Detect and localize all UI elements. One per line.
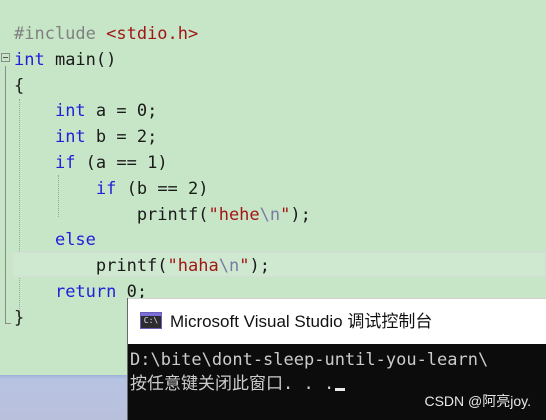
- text-cursor: [335, 388, 346, 391]
- code-token: printf(: [14, 256, 168, 277]
- editor-gutter: [0, 0, 12, 375]
- preprocessor-token: #include: [14, 24, 107, 44]
- console-app-icon: C:\: [140, 312, 162, 329]
- escape-token: \n: [218, 256, 240, 277]
- string-token: ": [280, 204, 291, 225]
- code-token: a = 0;: [85, 101, 158, 122]
- code-token: {: [14, 75, 25, 96]
- code-line[interactable]: }: [14, 305, 24, 331]
- console-titlebar[interactable]: C:\ Microsoft Visual Studio 调试控制台: [128, 298, 546, 344]
- keyword-token: int: [14, 49, 45, 70]
- keyword-token: int: [54, 127, 86, 148]
- code-line[interactable]: int a = 0;: [14, 98, 157, 124]
- code-line[interactable]: else: [14, 227, 96, 253]
- keyword-token: return: [54, 282, 117, 302]
- code-line[interactable]: printf("haha\n");: [14, 253, 270, 279]
- fold-region-end: [5, 323, 11, 324]
- keyword-token: int: [54, 101, 86, 122]
- code-line[interactable]: {: [14, 73, 24, 99]
- code-line[interactable]: if (a == 1): [14, 150, 168, 176]
- escape-token: \n: [259, 204, 281, 225]
- keyword-token: if: [95, 178, 117, 199]
- fold-collapse-icon[interactable]: [1, 53, 10, 62]
- fold-region-line: [5, 66, 6, 324]
- code-line[interactable]: int main(): [14, 47, 116, 73]
- debug-console-window[interactable]: C:\ Microsoft Visual Studio 调试控制台 D:\bit…: [127, 298, 546, 420]
- code-line[interactable]: #include <stdio.h>: [14, 21, 198, 47]
- console-prompt-line: 按任意键关闭此窗口. . .: [130, 372, 346, 396]
- console-title: Microsoft Visual Studio 调试控制台: [170, 312, 433, 331]
- code-token: b = 2;: [85, 127, 158, 148]
- console-prompt-text: 按任意键关闭此窗口. . .: [130, 374, 335, 394]
- code-token: (b == 2): [116, 178, 209, 199]
- include-path-token: <stdio.h>: [106, 24, 199, 44]
- keyword-token: else: [54, 230, 96, 251]
- code-line[interactable]: if (b == 2): [14, 176, 209, 202]
- watermark: CSDN @阿亮joy.: [424, 393, 531, 409]
- code-token: );: [249, 256, 270, 277]
- keyword-token: if: [54, 153, 76, 173]
- code-token: (a == 1): [75, 153, 168, 173]
- string-token: "haha: [167, 256, 219, 277]
- console-output-line: D:\bite\dont-sleep-until-you-learn\: [130, 350, 489, 370]
- console-output[interactable]: D:\bite\dont-sleep-until-you-learn\ 按任意键…: [128, 344, 546, 420]
- code-token: main(): [44, 49, 117, 70]
- string-token: "hehe: [208, 204, 260, 225]
- code-line[interactable]: int b = 2;: [14, 124, 157, 150]
- code-token: }: [14, 307, 25, 328]
- code-line[interactable]: printf("hehe\n");: [14, 202, 311, 228]
- code-token: );: [290, 204, 311, 225]
- string-token: ": [239, 256, 250, 277]
- code-token: printf(: [14, 204, 209, 225]
